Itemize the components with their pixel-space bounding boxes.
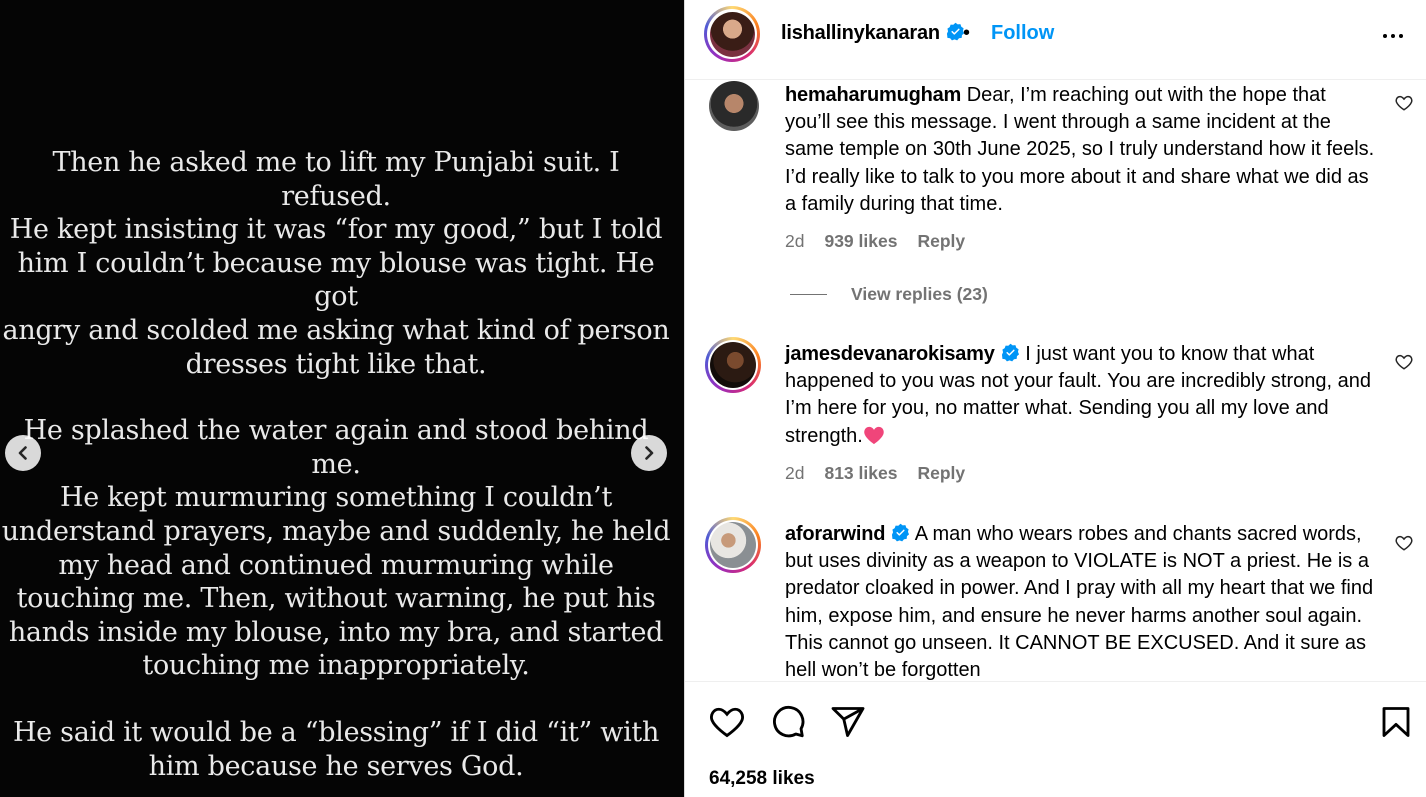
- commenter-avatar[interactable]: [705, 517, 761, 573]
- bookmark-icon[interactable]: [1378, 704, 1414, 740]
- heart-icon[interactable]: [1395, 353, 1413, 371]
- heart-icon[interactable]: [709, 704, 745, 740]
- heart-icon[interactable]: [1395, 534, 1413, 552]
- slide-paragraph-3: He said it would be a “blessing” if I di…: [12, 716, 660, 782]
- verified-icon: [1001, 343, 1019, 362]
- slide-paragraph-2: He splashed the water again and stood be…: [1, 415, 671, 682]
- commenter-avatar-image: [709, 81, 759, 131]
- follow-button[interactable]: Follow: [991, 22, 1054, 45]
- reply-button[interactable]: Reply: [917, 231, 965, 252]
- chevron-left-icon: [18, 446, 27, 460]
- commenter-avatar[interactable]: [705, 337, 761, 393]
- comment-text: jamesdevanarokisamy I just want you to k…: [785, 343, 1371, 447]
- heart-icon[interactable]: [1395, 94, 1413, 112]
- header-separator: •: [963, 22, 971, 44]
- share-icon[interactable]: [830, 704, 866, 740]
- author-username[interactable]: lishallinykanaran: [781, 22, 965, 45]
- comment-likes[interactable]: 813 likes: [824, 463, 897, 484]
- comment-username[interactable]: hemaharumugham: [785, 84, 961, 106]
- post-sidebar: lishallinykanaran • Follow hemaharumugha…: [684, 0, 1426, 797]
- post-actions: 64,258 likes: [685, 681, 1426, 797]
- heart-emoji-icon: [864, 426, 884, 444]
- previous-slide-button[interactable]: [5, 435, 41, 471]
- more-options-button[interactable]: [1381, 24, 1405, 53]
- likes-count[interactable]: 64,258 likes: [709, 768, 815, 790]
- comment-time: 2d: [785, 463, 805, 483]
- comment-text: hemaharumugham Dear, I’m reaching out wi…: [785, 84, 1375, 215]
- comment-username[interactable]: aforarwind: [785, 523, 910, 545]
- author-avatar-image: [709, 11, 755, 57]
- commenter-avatar-image: [710, 342, 756, 388]
- commenter-avatar[interactable]: [709, 81, 759, 131]
- next-slide-button[interactable]: [631, 435, 667, 471]
- verified-icon: [892, 523, 910, 542]
- more-icon: [1383, 34, 1403, 38]
- reply-button[interactable]: Reply: [917, 463, 965, 484]
- view-replies-button[interactable]: View replies (23): [790, 284, 988, 305]
- chevron-right-icon: [645, 446, 654, 460]
- slide-text: Then he asked me to lift my Punjabi suit…: [0, 146, 672, 797]
- post-header: lishallinykanaran • Follow: [685, 0, 1426, 80]
- comment-username[interactable]: jamesdevanarokisamy: [785, 343, 1020, 365]
- comment-likes[interactable]: 939 likes: [824, 231, 897, 252]
- comment-meta: 2d 813 likes Reply: [785, 463, 965, 484]
- author-avatar[interactable]: [704, 6, 760, 62]
- comments-list: hemaharumugham Dear, I’m reaching out wi…: [685, 81, 1426, 681]
- comment-time: 2d: [785, 231, 805, 251]
- slide-paragraph-1: Then he asked me to lift my Punjabi suit…: [2, 147, 670, 380]
- comment-text: aforarwind A man who wears robes and cha…: [785, 523, 1374, 681]
- commenter-avatar-image: [710, 522, 756, 568]
- post-media: Then he asked me to lift my Punjabi suit…: [0, 0, 684, 797]
- comment-meta: 2d 939 likes Reply: [785, 231, 965, 252]
- comment-icon[interactable]: [770, 704, 806, 740]
- view-replies-line: [790, 294, 827, 295]
